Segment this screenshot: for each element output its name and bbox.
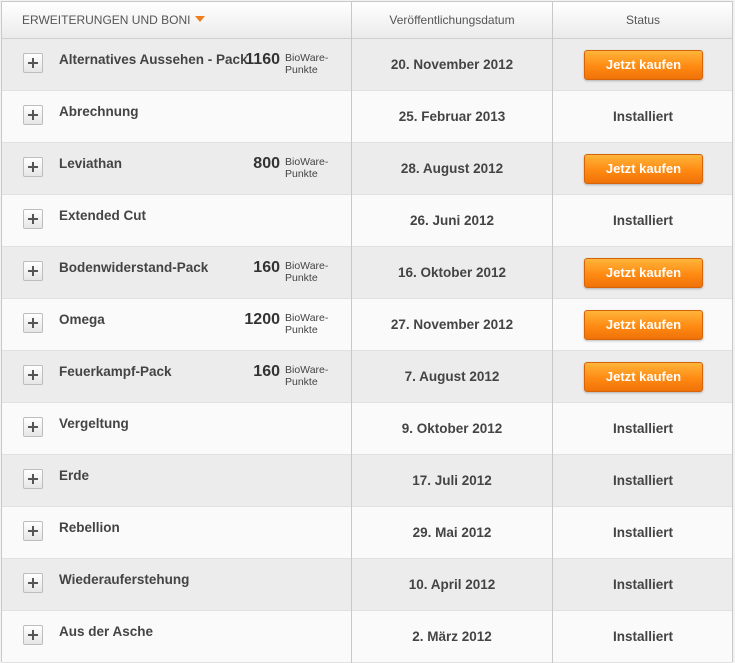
- release-date: 26. Juni 2012: [409, 213, 495, 228]
- dlc-price: 160: [253, 363, 280, 380]
- release-date: 10. April 2012: [408, 577, 496, 592]
- price-unit-line1: BioWare-: [285, 52, 329, 64]
- price-unit: BioWare- Punkte: [285, 260, 345, 284]
- price-unit-line2: Punkte: [285, 64, 318, 76]
- release-date: 2. März 2012: [412, 629, 492, 644]
- expand-plus-icon[interactable]: [23, 157, 43, 177]
- expand-plus-icon[interactable]: [23, 313, 43, 333]
- expand-plus-icon[interactable]: [23, 365, 43, 385]
- expand-plus-icon[interactable]: [23, 469, 43, 489]
- release-date: 29. Mai 2012: [412, 525, 492, 540]
- status-installed: Installiert: [612, 629, 674, 644]
- price-unit-line1: BioWare-: [285, 260, 329, 272]
- price-unit-line1: BioWare-: [285, 364, 329, 376]
- price-unit: BioWare- Punkte: [285, 52, 345, 76]
- expand-plus-icon[interactable]: [23, 625, 43, 645]
- column-header-status[interactable]: Status: [553, 2, 733, 38]
- table-row: Rebellion 29. Mai 2012 Installiert: [2, 507, 732, 559]
- price-unit-line1: BioWare-: [285, 312, 329, 324]
- table-row: Erde 17. Juli 2012 Installiert: [2, 455, 732, 507]
- column-header-date[interactable]: Veröffentlichungsdatum: [352, 2, 552, 38]
- buy-now-button[interactable]: Jetzt kaufen: [584, 154, 703, 184]
- dlc-price: 160: [253, 259, 280, 276]
- table-row: Aus der Asche 2. März 2012 Installiert: [2, 611, 732, 663]
- release-date: 27. November 2012: [390, 317, 514, 332]
- price-unit: BioWare- Punkte: [285, 364, 345, 388]
- dlc-name: Extended Cut: [59, 208, 147, 223]
- price-unit: BioWare- Punkte: [285, 312, 345, 336]
- column-header-name[interactable]: ERWEITERUNGEN UND BONI: [22, 2, 206, 38]
- expand-plus-icon[interactable]: [23, 105, 43, 125]
- dlc-name: Abrechnung: [59, 104, 139, 119]
- table-row: Bodenwiderstand-Pack 160 BioWare- Punkte 16.…: [2, 247, 732, 299]
- dlc-table: ERWEITERUNGEN UND BONI Veröffentlichungs…: [1, 1, 733, 663]
- price-unit-line2: Punkte: [285, 376, 318, 388]
- price-unit: BioWare- Punkte: [285, 156, 345, 180]
- status-installed: Installiert: [612, 421, 674, 436]
- status-installed: Installiert: [612, 473, 674, 488]
- status-installed: Installiert: [612, 109, 674, 124]
- table-row: Feuerkampf-Pack 160 BioWare- Punkte 7. Augus…: [2, 351, 732, 403]
- release-date: 16. Oktober 2012: [397, 265, 507, 280]
- dlc-name: Leviathan: [59, 156, 123, 171]
- price-unit-line1: BioWare-: [285, 156, 329, 168]
- buy-now-button[interactable]: Jetzt kaufen: [584, 310, 703, 340]
- price-unit-line2: Punkte: [285, 168, 318, 180]
- dlc-name: Feuerkampf-Pack: [59, 364, 172, 379]
- release-date: 25. Februar 2013: [398, 109, 506, 124]
- table-row: Leviathan 800 BioWare- Punkte 28. August 201…: [2, 143, 732, 195]
- release-date: 7. August 2012: [404, 369, 500, 384]
- dlc-name: Aus der Asche: [59, 624, 154, 639]
- expand-plus-icon[interactable]: [23, 521, 43, 541]
- dlc-price: 1200: [244, 311, 280, 328]
- expand-plus-icon[interactable]: [23, 53, 43, 73]
- table-row: Abrechnung 25. Februar 2013 Installiert: [2, 91, 732, 143]
- expand-plus-icon[interactable]: [23, 417, 43, 437]
- table-row: Wiederauferstehung 10. April 2012 Installi…: [2, 559, 732, 611]
- dlc-price: 800: [253, 155, 280, 172]
- column-divider: [351, 2, 352, 663]
- expand-plus-icon[interactable]: [23, 209, 43, 229]
- column-header-name-label: ERWEITERUNGEN UND BONI: [22, 13, 191, 27]
- table-row: Extended Cut 26. Juni 2012 Installiert: [2, 195, 732, 247]
- release-date: 9. Oktober 2012: [401, 421, 503, 436]
- release-date: 20. November 2012: [390, 57, 514, 72]
- price-unit-line2: Punkte: [285, 272, 318, 284]
- release-date: 17. Juli 2012: [412, 473, 492, 488]
- dlc-name: Bodenwiderstand-Pack: [59, 260, 209, 275]
- expand-plus-icon[interactable]: [23, 261, 43, 281]
- column-divider: [552, 2, 553, 663]
- dlc-name: Alternatives Aussehen - Pack: [59, 52, 248, 67]
- table-row: Vergeltung 9. Oktober 2012 Installiert: [2, 403, 732, 455]
- dlc-name: Rebellion: [59, 520, 120, 535]
- buy-now-button[interactable]: Jetzt kaufen: [584, 258, 703, 288]
- dlc-name: Omega: [59, 312, 105, 327]
- price-unit-line2: Punkte: [285, 324, 318, 336]
- table-row: Omega 1200 BioWare- Punkte 27. November 2012…: [2, 299, 732, 351]
- table-row: Alternatives Aussehen - Pack 1160 BioWare-…: [2, 39, 732, 91]
- status-installed: Installiert: [612, 525, 674, 540]
- buy-now-button[interactable]: Jetzt kaufen: [584, 362, 703, 392]
- buy-now-button[interactable]: Jetzt kaufen: [584, 50, 703, 80]
- status-installed: Installiert: [612, 213, 674, 228]
- table-header: ERWEITERUNGEN UND BONI Veröffentlichungs…: [2, 2, 732, 39]
- dlc-name: Vergeltung: [59, 416, 129, 431]
- expand-plus-icon[interactable]: [23, 573, 43, 593]
- release-date: 28. August 2012: [400, 161, 504, 176]
- sort-down-icon[interactable]: [195, 16, 206, 22]
- dlc-name: Erde: [59, 468, 90, 483]
- dlc-name: Wiederauferstehung: [59, 572, 190, 587]
- status-installed: Installiert: [612, 577, 674, 592]
- dlc-price: 1160: [245, 51, 280, 68]
